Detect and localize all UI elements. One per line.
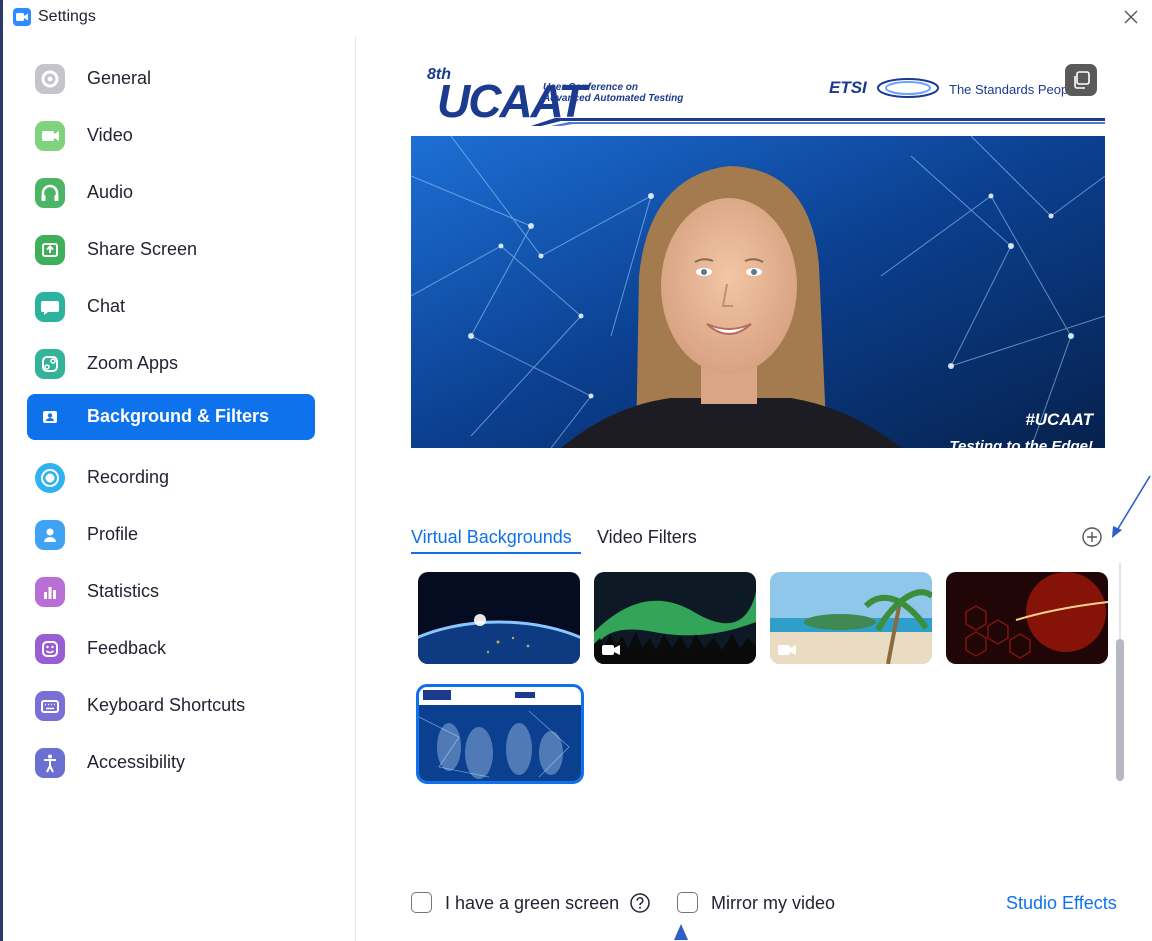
sidebar-item-share-screen[interactable]: Share Screen — [27, 227, 315, 273]
banner-subtitle: User Conference on Advanced Automated Te… — [543, 82, 684, 104]
background-thumbnail-beach[interactable] — [770, 572, 932, 664]
sidebar-item-keyboard-shortcuts[interactable]: Keyboard Shortcuts — [27, 683, 315, 729]
settings-sidebar: General Video Audio Share Screen Chat Zo… — [3, 36, 356, 941]
tagline-label: Testing to the Edge! — [949, 438, 1093, 448]
background-thumbnail-red-hexagons[interactable] — [946, 572, 1108, 664]
sidebar-item-feedback[interactable]: Feedback — [27, 626, 315, 672]
sidebar-item-label: Keyboard Shortcuts — [87, 695, 246, 715]
background-thumbnail-aurora[interactable] — [594, 572, 756, 664]
sidebar-item-label: Background & Filters — [87, 406, 270, 426]
help-icon[interactable] — [629, 892, 651, 914]
gear-icon — [35, 64, 65, 94]
sidebar-item-label: General — [87, 68, 152, 88]
banner-stripe — [531, 118, 1105, 126]
hashtag-label: #UCAAT — [1025, 410, 1093, 429]
mirror-video-checkbox[interactable] — [677, 892, 698, 913]
bar-chart-icon — [35, 577, 65, 607]
smiley-icon — [35, 634, 65, 664]
copy-button[interactable] — [1065, 64, 1097, 96]
background-thumbnail-earth[interactable] — [418, 572, 580, 664]
annotation-arrow-icon — [1112, 475, 1151, 538]
share-screen-icon — [35, 235, 65, 265]
etsi-tagline: The Standards People — [949, 82, 1079, 97]
title-bar: Settings — [3, 0, 1152, 36]
tab-video-filters[interactable]: Video Filters — [597, 527, 697, 548]
etsi-logo: ETSI — [829, 78, 867, 97]
sidebar-item-label: Chat — [87, 296, 126, 316]
sidebar-item-video[interactable]: Video — [27, 113, 315, 159]
annotation-arrow-icon — [674, 924, 688, 940]
keyboard-icon — [35, 691, 65, 721]
headphones-icon — [35, 178, 65, 208]
conference-banner: 8th UCAAT User Conference on Advanced Au… — [411, 58, 1105, 136]
sidebar-item-profile[interactable]: Profile — [27, 512, 315, 558]
sidebar-item-background-filters[interactable]: Background & Filters — [27, 394, 315, 440]
sidebar-item-label: Share Screen — [87, 239, 198, 259]
virtual-background-gallery — [411, 566, 1115, 792]
sidebar-item-label: Video — [87, 125, 133, 145]
video-camera-icon — [602, 645, 620, 655]
scrollbar-thumb[interactable] — [1116, 639, 1124, 781]
sidebar-item-label: Audio — [87, 182, 134, 202]
accessibility-icon — [35, 748, 65, 778]
sidebar-item-label: Zoom Apps — [87, 353, 179, 373]
sidebar-item-accessibility[interactable]: Accessibility — [27, 740, 315, 786]
sidebar-item-label: Accessibility — [87, 752, 186, 772]
green-screen-label: I have a green screen — [445, 893, 620, 913]
sidebar-item-label: Statistics — [87, 581, 160, 601]
tab-virtual-backgrounds[interactable]: Virtual Backgrounds — [411, 527, 572, 548]
background-filters-panel: 8th UCAAT User Conference on Advanced Au… — [357, 36, 1152, 941]
sidebar-item-label: Profile — [87, 524, 139, 544]
close-button[interactable] — [1118, 4, 1144, 30]
sidebar-item-statistics[interactable]: Statistics — [27, 569, 315, 615]
mirror-video-label: Mirror my video — [711, 893, 836, 913]
copy-icon — [1074, 71, 1090, 89]
gallery-scrollbar[interactable] — [1115, 563, 1127, 781]
close-icon — [1124, 10, 1138, 24]
person-card-icon — [35, 402, 65, 432]
zoom-app-icon — [13, 8, 31, 26]
sidebar-item-recording[interactable]: Recording — [27, 455, 315, 501]
sidebar-item-general[interactable]: General — [27, 56, 315, 102]
record-icon — [35, 463, 65, 493]
preview-scene-image — [411, 136, 1105, 448]
green-screen-checkbox[interactable] — [411, 892, 432, 913]
background-thumbnail-ucaat[interactable] — [416, 684, 584, 784]
sidebar-item-label: Feedback — [87, 638, 167, 658]
sidebar-item-audio[interactable]: Audio — [27, 170, 315, 216]
chat-bubble-icon — [35, 292, 65, 322]
apps-icon — [35, 349, 65, 379]
plus-circle-icon — [1082, 527, 1102, 547]
sidebar-item-chat[interactable]: Chat — [27, 284, 315, 330]
video-preview: 8th UCAAT User Conference on Advanced Au… — [411, 58, 1105, 448]
video-camera-icon — [35, 121, 65, 151]
window-title: Settings — [38, 8, 96, 25]
etsi-swoosh-icon — [877, 78, 939, 98]
video-camera-icon — [778, 645, 796, 655]
studio-effects-link[interactable]: Studio Effects — [1006, 893, 1117, 914]
add-background-button[interactable] — [1081, 526, 1103, 548]
active-tab-indicator — [411, 552, 581, 554]
sidebar-item-label: Recording — [87, 467, 170, 487]
sidebar-item-zoom-apps[interactable]: Zoom Apps — [27, 341, 315, 387]
person-icon — [35, 520, 65, 550]
